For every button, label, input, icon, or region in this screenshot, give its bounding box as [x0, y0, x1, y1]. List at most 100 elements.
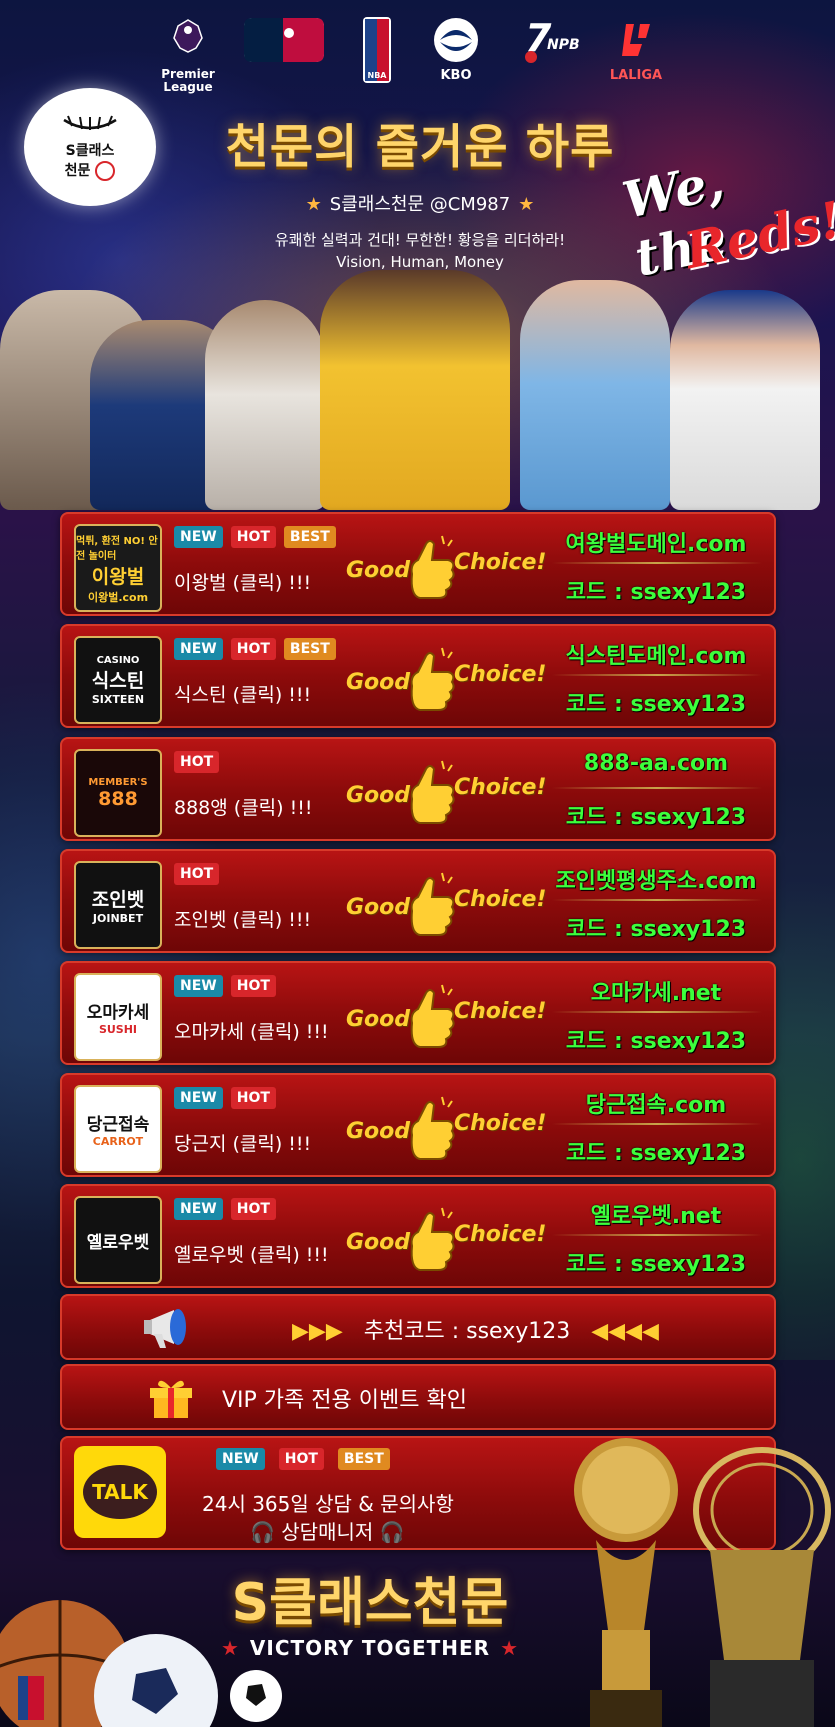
site-logo-foot: SIXTEEN — [91, 692, 145, 706]
kakaotalk-icon[interactable]: TALK — [74, 1446, 166, 1538]
badge-hot: HOT — [230, 1198, 276, 1220]
thumbs-up-hand-icon — [410, 760, 455, 824]
site-row[interactable]: 옐로우벳 NEW HOT 옐로우벳 (클릭) !!! Good Choice! 옐… — [60, 1184, 776, 1288]
site-name-link[interactable]: 888앵 (클릭) !!! — [174, 793, 312, 820]
npb-logo: 7 NPB — [518, 14, 588, 66]
site-code: 코드 : ssexy123 — [565, 1252, 747, 1277]
site-badges: NEW HOT — [174, 1198, 276, 1220]
site-logo[interactable]: 조인벳 JOINBET — [74, 861, 162, 949]
premier-league-logo: Premier League — [160, 14, 216, 94]
site-logo[interactable]: CASINO 식스틴 SIXTEEN — [74, 636, 162, 724]
site-logo-sub: 먹튀, 환전 NO! 안전 놀이터 — [76, 535, 158, 562]
badge-hot: HOT — [174, 751, 220, 773]
league-logos: Premier League NBA KBO 7 NPB LALIGA — [160, 14, 680, 94]
choice-text: Choice! — [454, 999, 547, 1024]
site-logo[interactable]: 먹튀, 환전 NO! 안전 놀이터 이왕벌 이왕벌.com — [74, 524, 162, 612]
site-name-link[interactable]: 당근지 (클릭) !!! — [174, 1129, 311, 1156]
site-code: 코드 : ssexy123 — [565, 1029, 747, 1054]
site-row[interactable]: 조인벳 JOINBET HOT 조인벳 (클릭) !!! Good Choice… — [60, 849, 776, 953]
megaphone-icon — [144, 1309, 186, 1348]
site-domain[interactable]: 식스틴도메인.com — [542, 638, 770, 670]
npb-text: NPB — [547, 37, 580, 53]
site-domain[interactable]: 조인벳평생주소.com — [542, 863, 770, 895]
site-logo[interactable]: 옐로우벳 — [74, 1196, 162, 1284]
site-domain[interactable]: 당근접속.com — [542, 1087, 770, 1119]
thumbs-up-hand-icon — [410, 1096, 455, 1160]
thumbs-up-hand-icon — [410, 535, 455, 599]
site-name-link[interactable]: 옐로우벳 (클릭) !!! — [174, 1240, 329, 1267]
choice-text: Choice! — [454, 1111, 547, 1136]
badge-hot: HOT — [230, 526, 276, 548]
site-logo-text: 조인벳 — [91, 889, 145, 911]
vip-event-bar[interactable]: VIP 가족 전용 이벤트 확인 — [60, 1364, 776, 1430]
site-row[interactable]: 오마카세 SUSHI NEW HOT 오마카세 (클릭) !!! Good Cho… — [60, 961, 776, 1065]
site-logo-foot: CARROT — [92, 1135, 144, 1148]
city-player-figure — [520, 280, 670, 510]
good-text: Good — [346, 1230, 411, 1255]
site-name-link[interactable]: 조인벳 (클릭) !!! — [174, 905, 311, 932]
site-name-link[interactable]: 오마카세 (클릭) !!! — [174, 1017, 329, 1044]
footer-brand: S클래스천문 — [231, 1573, 509, 1633]
dodgers-player-figure — [670, 290, 820, 510]
brand-round-logo[interactable]: S클래스 천문 — [24, 88, 156, 206]
site-domain[interactable]: 옐로우벳.net — [542, 1198, 770, 1230]
site-logo[interactable]: 오마카세 SUSHI — [74, 973, 162, 1061]
headset-icon: 🎧 — [250, 1520, 275, 1544]
site-row[interactable]: 당근접속 CARROT NEW HOT 당근지 (클릭) !!! Good Cho… — [60, 1073, 776, 1177]
page-title: 천문의 즐거운 하루 — [225, 120, 615, 175]
site-logo[interactable]: 당근접속 CARROT — [74, 1085, 162, 1173]
site-name-link[interactable]: 이왕벌 (클릭) !!! — [174, 568, 311, 595]
site-logo[interactable]: MEMBER'S 888 — [74, 749, 162, 837]
site-logo-text: 이왕벌 — [91, 565, 145, 588]
good-text: Good — [346, 783, 411, 808]
site-logo-text: 오마카세 — [86, 1003, 150, 1023]
site-badges: HOT — [174, 863, 220, 885]
contact-badges: NEW HOT BEST — [216, 1448, 390, 1470]
site-row[interactable]: CASINO 식스틴 SIXTEEN NEW HOT BEST 식스틴 (클릭) !… — [60, 624, 776, 728]
recommend-code-bar[interactable]: ▶▶▶ 추천코드 : ssexy123 ◀◀◀◀ — [60, 1294, 776, 1360]
badge-new: NEW — [174, 638, 223, 660]
arrows-right-icon: ▶▶▶ — [292, 1319, 343, 1344]
site-domain[interactable]: 여왕벌도메인.com — [542, 526, 770, 558]
site-logo-sub: CASINO — [96, 654, 140, 666]
good-choice-graphic: Good Choice! — [344, 753, 547, 833]
contact-manager: 🎧 상담매니저 🎧 — [250, 1520, 405, 1544]
good-choice-graphic: Good Choice! — [344, 528, 546, 608]
site-row[interactable]: MEMBER'S 888 HOT 888앵 (클릭) !!! Good Choi… — [60, 737, 776, 841]
recommend-text-wrap: ▶▶▶ 추천코드 : ssexy123 ◀◀◀◀ — [292, 1313, 659, 1345]
divider-line — [552, 899, 762, 901]
thumbs-up-hand-icon — [410, 872, 455, 936]
good-text: Good — [346, 1007, 411, 1032]
lakers-player-figure — [320, 270, 510, 510]
site-domain[interactable]: 888-aa.com — [542, 751, 770, 776]
logo-line2: 천문 — [65, 160, 116, 181]
site-name-link[interactable]: 식스틴 (클릭) !!! — [174, 680, 311, 707]
choice-text: Choice! — [454, 1222, 547, 1247]
nba-text: NBA — [368, 71, 388, 80]
badge-hot: HOT — [230, 1087, 276, 1109]
ws-trophy-icon — [693, 1447, 831, 1727]
site-row[interactable]: 먹튀, 환전 NO! 안전 놀이터 이왕벌 이왕벌.com NEW HOT BEST… — [60, 512, 776, 616]
site-domain[interactable]: 오마카세.net — [542, 975, 770, 1007]
badge-best: BEST — [337, 1448, 390, 1470]
good-choice-graphic: Good Choice! — [344, 977, 547, 1057]
gift-icon — [150, 1380, 192, 1418]
star-icon: ★ — [518, 194, 535, 215]
site-logo-foot: JOINBET — [92, 912, 144, 925]
vip-text: VIP 가족 전용 이벤트 확인 — [222, 1388, 467, 1413]
good-text: Good — [346, 895, 411, 920]
players-illustration — [0, 250, 835, 510]
divider-line — [552, 674, 762, 676]
badge-best: BEST — [283, 526, 336, 548]
arrows-left-icon: ◀◀◀◀ — [591, 1319, 659, 1344]
star-icon: ★ — [305, 194, 322, 215]
site-logo-text: 888 — [98, 787, 138, 810]
thumbs-up-hand-icon — [410, 647, 455, 711]
headset-icon: 🎧 — [379, 1520, 405, 1544]
badge-hot: HOT — [230, 975, 276, 997]
divider-line — [552, 562, 762, 564]
site-code: 코드 : ssexy123 — [565, 917, 747, 942]
good-choice-graphic: Good Choice! — [344, 1089, 547, 1169]
choice-text: Choice! — [454, 775, 547, 800]
site-code: 코드 : ssexy123 — [565, 580, 747, 605]
